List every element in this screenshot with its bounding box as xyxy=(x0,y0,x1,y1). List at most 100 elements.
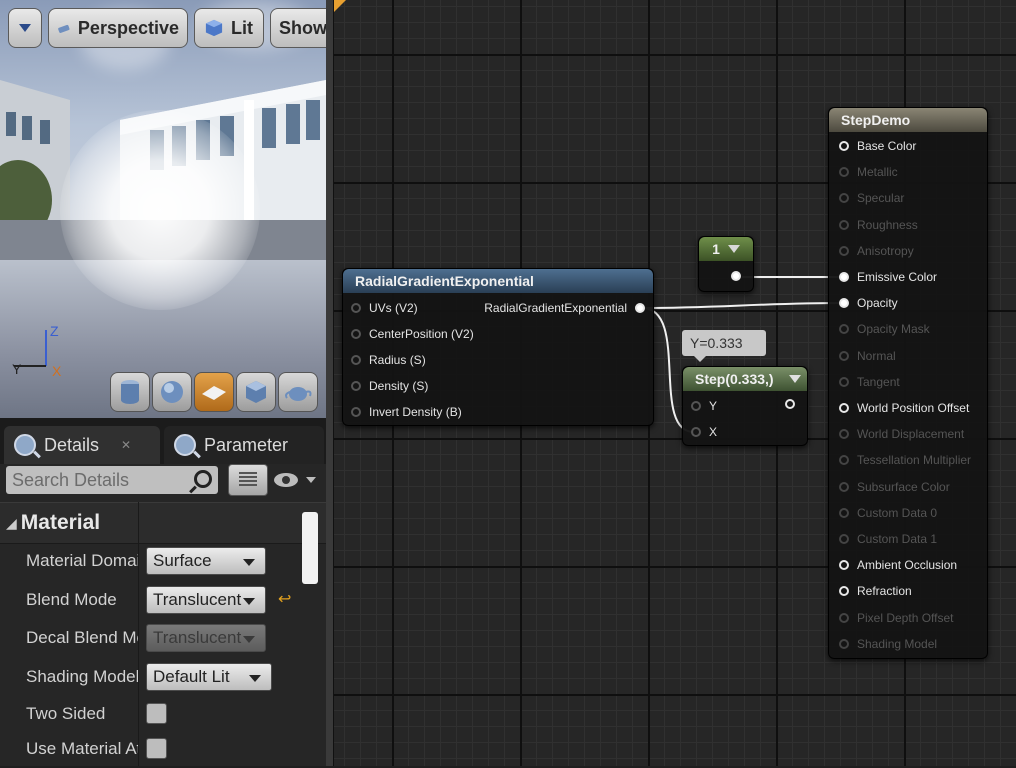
pin-socket-icon[interactable] xyxy=(635,303,645,313)
result-pin-emissive-color[interactable]: Emissive Color xyxy=(839,270,937,284)
pin-center-position[interactable]: CenterPosition (V2) xyxy=(351,327,474,341)
preview-plane-button[interactable] xyxy=(194,372,234,412)
preview-cylinder-button[interactable] xyxy=(110,372,150,412)
step-output-pin[interactable] xyxy=(785,399,803,409)
property-label: Use Material At xyxy=(26,739,138,758)
blend-mode-dropdown[interactable]: Translucent xyxy=(146,586,266,614)
result-pin-tessellation-multiplier[interactable]: Tessellation Multiplier xyxy=(839,453,971,467)
result-title: StepDemo xyxy=(829,108,987,132)
viewport-options-button[interactable] xyxy=(8,8,42,48)
pin-socket-icon[interactable] xyxy=(839,298,849,309)
chevron-down-icon[interactable] xyxy=(727,245,740,253)
result-pin-base-color[interactable]: Base Color xyxy=(839,139,916,153)
pin-socket-icon[interactable] xyxy=(839,507,849,518)
preview-custom-mesh-button[interactable] xyxy=(278,372,318,412)
pin-socket-icon[interactable] xyxy=(839,350,849,361)
pin-socket-icon[interactable] xyxy=(839,455,849,466)
pin-socket-icon[interactable] xyxy=(731,271,741,281)
pin-socket-icon[interactable] xyxy=(839,638,849,649)
pin-socket-icon[interactable] xyxy=(839,219,849,230)
constant-output-pin[interactable] xyxy=(731,271,749,281)
decal-blend-mode-dropdown: Translucent xyxy=(146,624,266,652)
show-button[interactable]: Show xyxy=(270,8,326,48)
result-pin-anisotropy[interactable]: Anisotropy xyxy=(839,244,914,258)
pin-output[interactable]: RadialGradientExponential xyxy=(484,301,645,315)
result-pin-metallic[interactable]: Metallic xyxy=(839,165,898,179)
pin-socket-icon[interactable] xyxy=(785,399,795,409)
step-node[interactable]: Step(0.333,) Y X xyxy=(682,366,808,446)
two-sided-checkbox[interactable] xyxy=(146,703,167,724)
search-details-input[interactable]: Search Details xyxy=(6,466,218,494)
step-pin-y[interactable]: Y xyxy=(691,399,717,413)
pin-socket-icon[interactable] xyxy=(839,586,849,597)
pin-socket-icon[interactable] xyxy=(839,272,849,282)
material-domain-dropdown[interactable]: Surface xyxy=(146,547,266,575)
radial-gradient-node[interactable]: RadialGradientExponential UVs (V2) Cente… xyxy=(342,268,654,426)
pin-socket-icon[interactable] xyxy=(351,303,361,313)
result-pin-roughness[interactable]: Roughness xyxy=(839,218,918,232)
pin-uvs[interactable]: UVs (V2) xyxy=(351,301,418,315)
result-pin-shading-model[interactable]: Shading Model xyxy=(839,637,937,651)
property-row-blend-mode: Blend Mode Translucent ↩ xyxy=(0,581,300,619)
result-pin-subsurface-color[interactable]: Subsurface Color xyxy=(839,480,950,494)
pin-socket-icon[interactable] xyxy=(839,481,849,492)
close-icon[interactable]: ✕ xyxy=(121,438,131,452)
result-pin-world-displacement[interactable]: World Displacement xyxy=(839,427,964,441)
property-matrix-button[interactable] xyxy=(228,464,268,496)
reset-to-default-icon[interactable]: ↩ xyxy=(278,589,291,609)
material-result-node[interactable]: StepDemo Base Color Metallic Specular Rough… xyxy=(828,107,988,659)
result-pin-world-position-offset[interactable]: World Position Offset xyxy=(839,401,969,415)
pin-socket-icon[interactable] xyxy=(839,534,849,544)
pin-label: Custom Data 0 xyxy=(857,505,938,520)
pin-socket-icon[interactable] xyxy=(839,376,849,387)
visibility-options-button[interactable] xyxy=(272,468,322,492)
tab-details[interactable]: Details ✕ xyxy=(4,426,160,464)
pin-socket-icon[interactable] xyxy=(839,193,849,204)
pin-socket-icon[interactable] xyxy=(839,167,849,178)
pin-socket-icon[interactable] xyxy=(839,245,849,256)
result-pin-opacity[interactable]: Opacity xyxy=(839,296,898,310)
perspective-button[interactable]: Perspective xyxy=(48,8,188,48)
result-pin-ambient-occlusion[interactable]: Ambient Occlusion xyxy=(839,558,957,572)
pin-socket-icon[interactable] xyxy=(839,141,849,151)
preview-sphere-button[interactable] xyxy=(152,372,192,412)
dropdown-value: Translucent xyxy=(153,628,242,647)
pin-socket-icon[interactable] xyxy=(839,403,849,413)
pin-radius[interactable]: Radius (S) xyxy=(351,353,426,367)
pin-socket-icon[interactable] xyxy=(351,329,361,339)
result-pin-specular[interactable]: Specular xyxy=(839,191,904,205)
chevron-down-icon[interactable] xyxy=(789,375,801,383)
pin-socket-icon[interactable] xyxy=(351,355,361,365)
pin-socket-icon[interactable] xyxy=(351,407,361,417)
pin-socket-icon[interactable] xyxy=(839,612,849,623)
material-category-header[interactable]: ◢ Material xyxy=(0,502,326,544)
result-pin-custom-data-1[interactable]: Custom Data 1 xyxy=(839,532,937,546)
panel-splitter[interactable] xyxy=(326,0,334,766)
result-pin-custom-data-0[interactable]: Custom Data 0 xyxy=(839,506,937,520)
result-pin-tangent[interactable]: Tangent xyxy=(839,375,900,389)
pin-label: Base Color xyxy=(857,139,917,153)
pin-invert-density[interactable]: Invert Density (B) xyxy=(351,405,462,419)
result-pin-pixel-depth-offset[interactable]: Pixel Depth Offset xyxy=(839,611,954,625)
pin-socket-icon[interactable] xyxy=(691,401,701,411)
pin-density[interactable]: Density (S) xyxy=(351,379,428,393)
step-pin-x[interactable]: X xyxy=(691,425,717,439)
lit-button[interactable]: Lit xyxy=(194,8,264,48)
pin-socket-icon[interactable] xyxy=(691,427,701,437)
pin-socket-icon[interactable] xyxy=(839,560,849,571)
dropdown-value: Surface xyxy=(153,551,212,570)
use-material-attributes-checkbox[interactable] xyxy=(146,738,167,759)
pin-socket-icon[interactable] xyxy=(839,324,849,335)
tab-parameters[interactable]: Parameter xyxy=(164,426,324,464)
constant-node[interactable]: 1 xyxy=(698,236,754,292)
result-pin-normal[interactable]: Normal xyxy=(839,349,896,363)
pin-label: CenterPosition (V2) xyxy=(369,327,474,341)
material-preview-viewport[interactable]: Perspective Lit Show Z Y X xyxy=(0,0,326,418)
details-scrollbar[interactable] xyxy=(302,512,318,584)
pin-socket-icon[interactable] xyxy=(839,429,849,440)
preview-cube-button[interactable] xyxy=(236,372,276,412)
shading-model-dropdown[interactable]: Default Lit xyxy=(146,663,272,691)
result-pin-opacity-mask[interactable]: Opacity Mask xyxy=(839,322,930,336)
pin-socket-icon[interactable] xyxy=(351,381,361,391)
result-pin-refraction[interactable]: Refraction xyxy=(839,584,912,598)
